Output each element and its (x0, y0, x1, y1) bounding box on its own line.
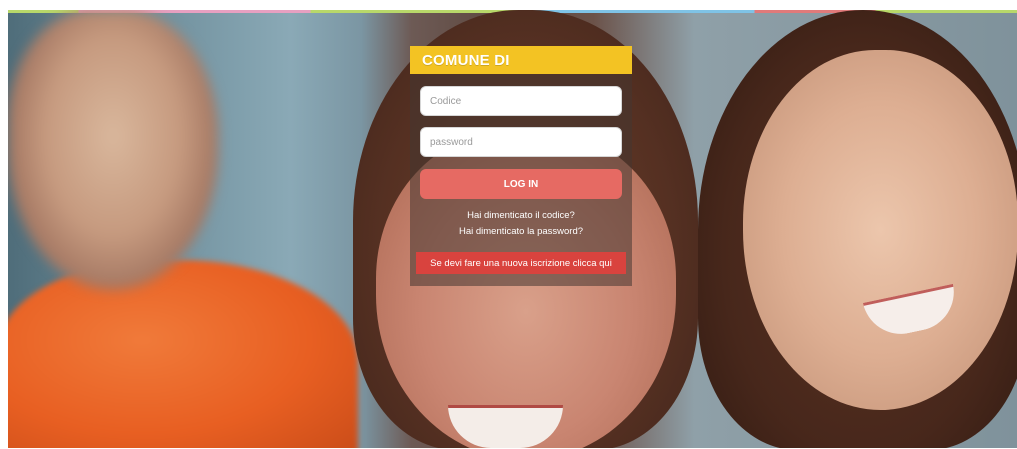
forgot-password-link[interactable]: Hai dimenticato la password? (410, 226, 632, 237)
login-button[interactable]: LOG IN (420, 169, 622, 199)
background-photo-child-left (8, 10, 218, 290)
background-photo-child-left-shirt (8, 260, 358, 448)
forgot-code-link[interactable]: Hai dimenticato il codice? (410, 210, 632, 221)
login-form: LOG IN Hai dimenticato il codice? Hai di… (410, 74, 632, 286)
signup-button[interactable]: Se devi fare una nuova iscrizione clicca… (416, 252, 626, 274)
code-input[interactable] (420, 86, 622, 116)
password-input[interactable] (420, 127, 622, 157)
login-panel: COMUNE DI LOG IN Hai dimenticato il codi… (410, 46, 632, 286)
background-photo-child-right (743, 50, 1017, 410)
login-header: COMUNE DI (410, 46, 632, 74)
login-title: COMUNE DI (422, 51, 510, 69)
